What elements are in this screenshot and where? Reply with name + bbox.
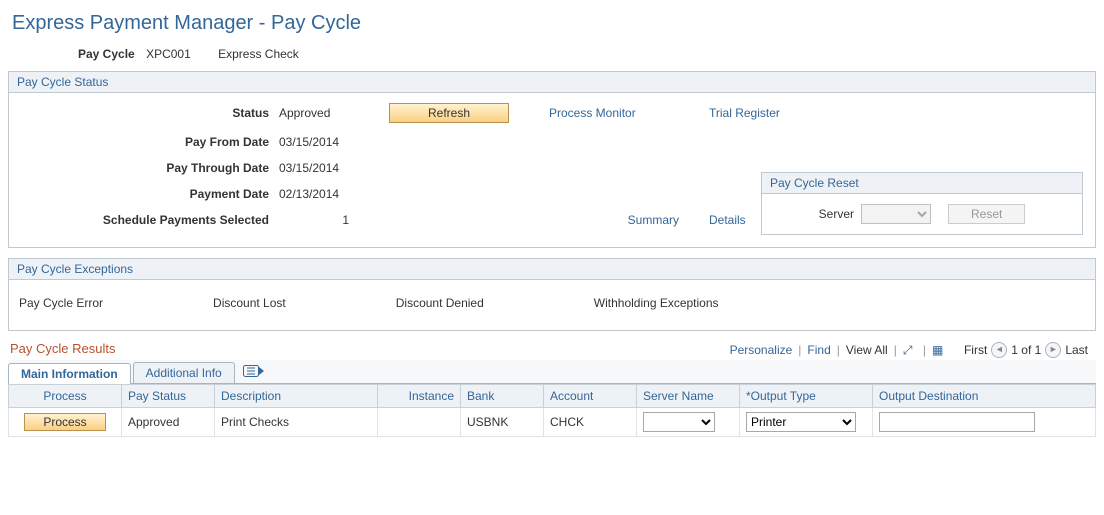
discount-lost-label: Discount Lost (213, 296, 286, 310)
pay-from-value: 03/15/2014 (279, 135, 389, 149)
page-title: Express Payment Manager - Pay Cycle (12, 12, 1096, 35)
pay-through-label: Pay Through Date (19, 161, 279, 175)
col-output-type[interactable]: *Output Type (740, 385, 873, 408)
tab-main-information[interactable]: Main Information (8, 363, 131, 384)
pay-cycle-error-label: Pay Cycle Error (19, 296, 103, 310)
withholding-exceptions-label: Withholding Exceptions (594, 296, 719, 310)
server-label: Server (819, 207, 854, 221)
prev-icon[interactable]: ◄ (991, 342, 1007, 358)
col-description[interactable]: Description (215, 385, 378, 408)
pay-from-label: Pay From Date (19, 135, 279, 149)
col-server-name[interactable]: Server Name (637, 385, 740, 408)
find-link[interactable]: Find (807, 343, 830, 357)
next-icon[interactable]: ► (1045, 342, 1061, 358)
col-process[interactable]: Process (9, 385, 122, 408)
col-pay-status[interactable]: Pay Status (122, 385, 215, 408)
sched-sel-value: 1 (279, 213, 389, 227)
payment-date-label: Payment Date (19, 187, 279, 201)
col-output-destination[interactable]: Output Destination (873, 385, 1096, 408)
status-label: Status (19, 106, 279, 120)
download-icon[interactable]: ▦ (932, 344, 946, 356)
status-value: Approved (279, 106, 389, 120)
cell-pay-status: Approved (122, 408, 215, 437)
discount-denied-label: Discount Denied (396, 296, 484, 310)
first-link[interactable]: First (964, 343, 987, 357)
separator: | (837, 343, 840, 357)
summary-link[interactable]: Summary (628, 213, 679, 227)
refresh-button[interactable]: Refresh (389, 103, 509, 123)
grid-toolbar: Personalize | Find | View All | ⤢ | ▦ Fi… (730, 342, 1088, 358)
table-row: Process Approved Print Checks USBNK CHCK… (9, 408, 1096, 437)
process-monitor-link[interactable]: Process Monitor (549, 106, 636, 120)
show-all-columns-icon[interactable] (237, 365, 271, 380)
pay-cycle-exceptions-title: Pay Cycle Exceptions (9, 259, 1095, 280)
separator: | (798, 343, 801, 357)
pay-cycle-exceptions-box: Pay Cycle Exceptions Pay Cycle Error Dis… (8, 258, 1096, 331)
trial-register-link[interactable]: Trial Register (709, 106, 780, 120)
results-tabs: Main Information Additional Info (8, 360, 1096, 384)
row-counter: 1 of 1 (1011, 343, 1041, 357)
server-name-select[interactable] (643, 412, 715, 432)
personalize-link[interactable]: Personalize (730, 343, 793, 357)
pay-cycle-reset-title: Pay Cycle Reset (762, 173, 1082, 194)
cell-account: CHCK (544, 408, 637, 437)
tab-additional-info[interactable]: Additional Info (133, 362, 235, 383)
server-select[interactable] (861, 204, 931, 224)
separator: | (923, 343, 926, 357)
zoom-icon[interactable]: ⤢ (903, 344, 917, 356)
payment-date-value: 02/13/2014 (279, 187, 389, 201)
output-destination-input[interactable] (879, 412, 1035, 432)
cell-instance (378, 408, 461, 437)
pay-cycle-label: Pay Cycle (78, 47, 135, 61)
cell-description: Print Checks (215, 408, 378, 437)
col-bank[interactable]: Bank (461, 385, 544, 408)
details-link[interactable]: Details (709, 213, 746, 227)
output-type-select[interactable]: Printer (746, 412, 856, 432)
pay-cycle-status-box: Pay Cycle Status Status Approved Refresh… (8, 71, 1096, 248)
view-all-link[interactable]: View All (846, 343, 888, 357)
col-instance[interactable]: Instance (378, 385, 461, 408)
pay-cycle-status-title: Pay Cycle Status (9, 72, 1095, 93)
last-link[interactable]: Last (1065, 343, 1088, 357)
col-account[interactable]: Account (544, 385, 637, 408)
separator: | (894, 343, 897, 357)
pay-cycle-reset-box: Pay Cycle Reset Server Reset (761, 172, 1083, 235)
sched-sel-label: Schedule Payments Selected (19, 213, 279, 227)
process-button[interactable]: Process (24, 413, 105, 431)
pay-through-value: 03/15/2014 (279, 161, 389, 175)
header-row: Pay Cycle XPC001 Express Check (78, 47, 1096, 61)
results-grid: Process Pay Status Description Instance … (8, 384, 1096, 437)
pay-cycle-desc: Express Check (218, 47, 299, 61)
cell-bank: USBNK (461, 408, 544, 437)
pay-cycle-value: XPC001 (146, 47, 191, 61)
reset-button[interactable]: Reset (948, 204, 1025, 224)
